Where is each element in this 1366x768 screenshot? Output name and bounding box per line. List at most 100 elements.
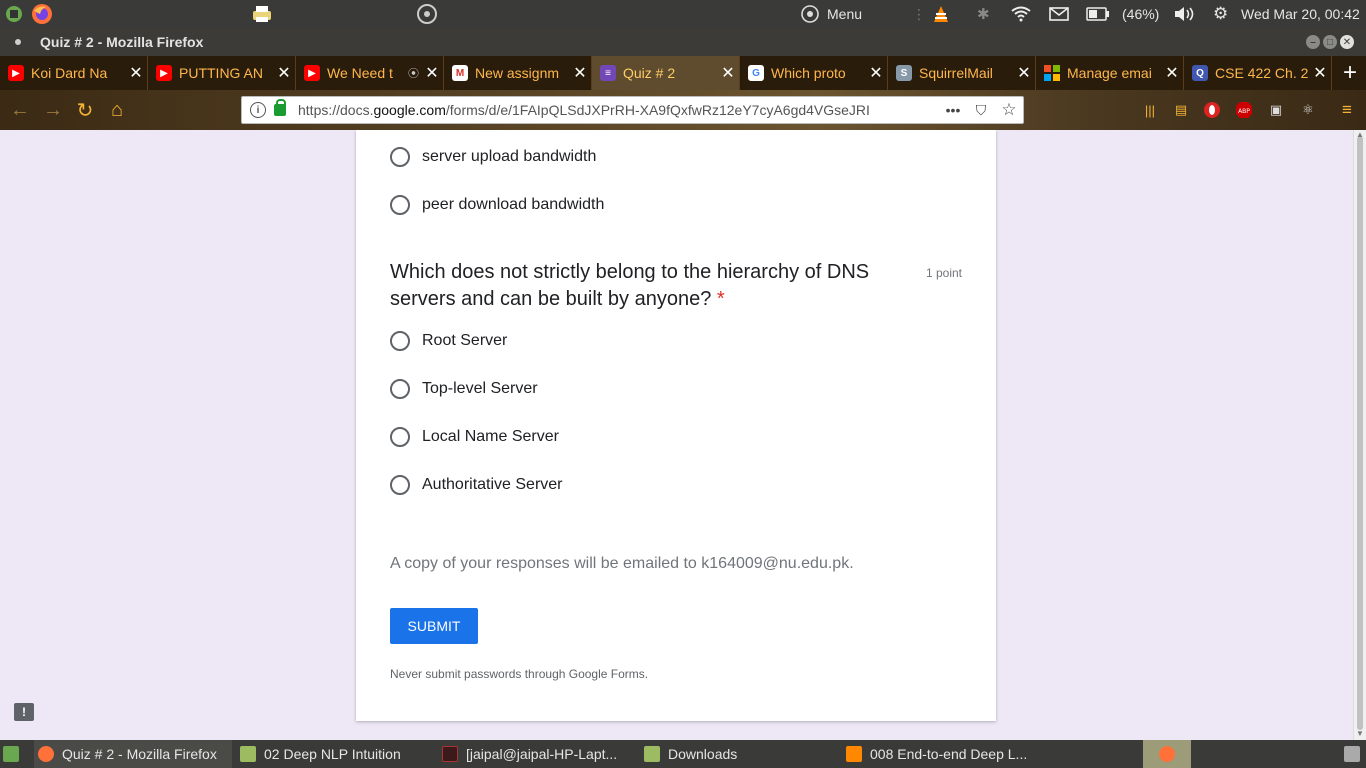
radio-option[interactable]: Top-level Server [390, 377, 538, 401]
minimize-icon[interactable]: – [1306, 35, 1320, 49]
printer-icon[interactable] [251, 0, 273, 28]
close-tab-icon[interactable]: ✕ [569, 63, 591, 83]
radio-button[interactable] [390, 147, 410, 167]
battery-icon[interactable] [1086, 0, 1110, 28]
radio-button[interactable] [390, 195, 410, 215]
tab-squirrelmail[interactable]: S SquirrelMail ✕ [888, 56, 1036, 90]
close-tab-icon[interactable]: ✕ [717, 63, 739, 83]
vlc-tray-icon[interactable] [931, 0, 951, 28]
hamburger-menu-icon[interactable]: ≡ [1337, 100, 1357, 120]
new-tab-button[interactable]: + [1334, 56, 1366, 90]
adblock-plus-icon[interactable]: ABP [1234, 100, 1254, 120]
taskbar-item-deep-nlp[interactable]: 02 Deep NLP Intuition [236, 740, 432, 768]
back-button[interactable]: ← [8, 98, 32, 122]
tab-we-need[interactable]: ▶ We Need t ⦿ ✕ [296, 56, 444, 90]
question-points: 1 point [925, 266, 962, 280]
tab-koi-dard[interactable]: ▶ Koi Dard Na ✕ [0, 56, 148, 90]
sidebar-icon[interactable]: ▤ [1171, 100, 1191, 120]
ubuntu-updates-icon[interactable] [416, 0, 438, 28]
close-tab-icon[interactable]: ✕ [421, 63, 443, 83]
scroll-down-arrow-icon[interactable]: ▼ [1356, 729, 1364, 738]
firefox-launcher-icon[interactable] [31, 0, 53, 28]
library-icon[interactable]: ||| [1140, 100, 1160, 120]
firefox-icon [38, 746, 54, 762]
taskbar-item-vlc[interactable]: 008 End-to-end Deep L... [842, 740, 1038, 768]
folder-icon [240, 746, 256, 762]
settings-gear-icon[interactable]: ⚙ [1213, 0, 1228, 28]
lock-icon[interactable] [274, 99, 286, 116]
wifi-icon[interactable] [1011, 0, 1031, 28]
close-window-icon[interactable]: ✕ [1340, 35, 1354, 49]
radio-option[interactable]: Local Name Server [390, 425, 559, 449]
radio-option[interactable]: peer download bandwidth [390, 193, 604, 217]
question-title: Which does not strictly belong to the hi… [390, 259, 900, 313]
close-tab-icon[interactable]: ✕ [1161, 63, 1183, 83]
workspace-switcher[interactable] [1143, 740, 1191, 768]
clock[interactable]: Wed Mar 20, 00:42 [1241, 0, 1360, 28]
squirrelmail-icon: S [896, 65, 912, 81]
close-tab-icon[interactable]: ✕ [865, 63, 887, 83]
pocket-icon[interactable]: ⛉ [967, 102, 995, 119]
site-info-icon[interactable]: i [250, 102, 266, 118]
show-desktop-button[interactable] [0, 740, 26, 768]
react-devtools-icon[interactable]: ⚛ [1298, 100, 1318, 120]
taskbar-item-terminal[interactable]: [jaipal@jaipal-HP-Lapt... [438, 740, 634, 768]
taskbar-label: Downloads [668, 746, 738, 762]
volume-icon[interactable] [1174, 0, 1196, 28]
submit-button[interactable]: SUBMIT [390, 608, 478, 644]
home-button[interactable]: ⌂ [105, 98, 129, 122]
tab-manage-email[interactable]: Manage emai ✕ [1036, 56, 1184, 90]
forward-button[interactable]: → [41, 98, 65, 122]
quizlet-icon: Q [1192, 65, 1208, 81]
vlc-icon [846, 746, 862, 762]
page-actions-icon[interactable]: ••• [939, 102, 967, 118]
tab-label: New assignm [475, 65, 560, 81]
trash-icon[interactable] [1344, 740, 1362, 768]
bookmark-star-icon[interactable]: ☆ [995, 100, 1023, 120]
radio-button[interactable] [390, 427, 410, 447]
system-menu-icon[interactable] [4, 0, 24, 28]
menu-indicator[interactable]: Menu [800, 0, 862, 28]
radio-button[interactable] [390, 475, 410, 495]
tab-which-protocol[interactable]: G Which proto ✕ [740, 56, 888, 90]
radio-option[interactable]: Root Server [390, 329, 507, 353]
taskbar-item-firefox[interactable]: Quiz # 2 - Mozilla Firefox [34, 740, 232, 768]
battery-percent: (46%) [1122, 6, 1160, 22]
close-tab-icon[interactable]: ✕ [273, 63, 295, 83]
opera-vpn-icon[interactable] [1202, 100, 1222, 120]
window-menu-dot-icon[interactable] [15, 39, 21, 45]
reload-button[interactable]: ↻ [73, 98, 97, 122]
tab-quiz-2[interactable]: ≡ Quiz # 2 ✕ [592, 56, 740, 90]
system-top-panel: Menu ⋮ ✱ (46%) ⚙ Wed Mar 20, 00:42 [0, 0, 1366, 28]
window-title: Quiz # 2 - Mozilla Firefox [40, 34, 204, 50]
scroll-up-arrow-icon[interactable]: ▲ [1356, 130, 1364, 139]
extension-icon[interactable]: ▣ [1266, 100, 1286, 120]
playing-audio-icon[interactable]: ⦿ [408, 65, 419, 81]
tab-label: Quiz # 2 [623, 65, 676, 81]
url-domain: google.com [373, 102, 446, 118]
taskbar-label: [jaipal@jaipal-HP-Lapt... [466, 746, 618, 762]
page-scrollbar[interactable]: ▲ ▼ [1353, 130, 1366, 740]
radio-option[interactable]: Authoritative Server [390, 473, 563, 497]
tab-label: CSE 422 Ch. 2 [1215, 65, 1309, 81]
report-feedback-icon[interactable]: ! [14, 703, 34, 721]
radio-button[interactable] [390, 331, 410, 351]
taskbar-item-downloads[interactable]: Downloads [640, 740, 836, 768]
downloads-folder-icon [644, 746, 660, 762]
url-bar[interactable]: i https://docs.google.com/forms/d/e/1FAI… [241, 96, 1024, 124]
bluetooth-icon[interactable]: ✱ [977, 0, 990, 28]
scrollbar-thumb[interactable] [1357, 136, 1363, 730]
close-tab-icon[interactable]: ✕ [125, 63, 147, 83]
taskbar-label: Quiz # 2 - Mozilla Firefox [62, 746, 217, 762]
tab-new-assignment[interactable]: M New assignm ✕ [444, 56, 592, 90]
radio-option[interactable]: server upload bandwidth [390, 145, 596, 169]
navigation-toolbar: ← → ↻ ⌂ i https://docs.google.com/forms/… [0, 90, 1366, 130]
close-tab-icon[interactable]: ✕ [1309, 63, 1331, 83]
tab-cse-422[interactable]: Q CSE 422 Ch. 2 ✕ [1184, 56, 1332, 90]
tab-putting-an[interactable]: ▶ PUTTING AN ✕ [148, 56, 296, 90]
mail-icon[interactable] [1049, 0, 1069, 28]
maximize-icon[interactable]: □ [1323, 35, 1337, 49]
url-text[interactable]: https://docs.google.com/forms/d/e/1FAIpQ… [298, 102, 939, 118]
radio-button[interactable] [390, 379, 410, 399]
close-tab-icon[interactable]: ✕ [1013, 63, 1035, 83]
